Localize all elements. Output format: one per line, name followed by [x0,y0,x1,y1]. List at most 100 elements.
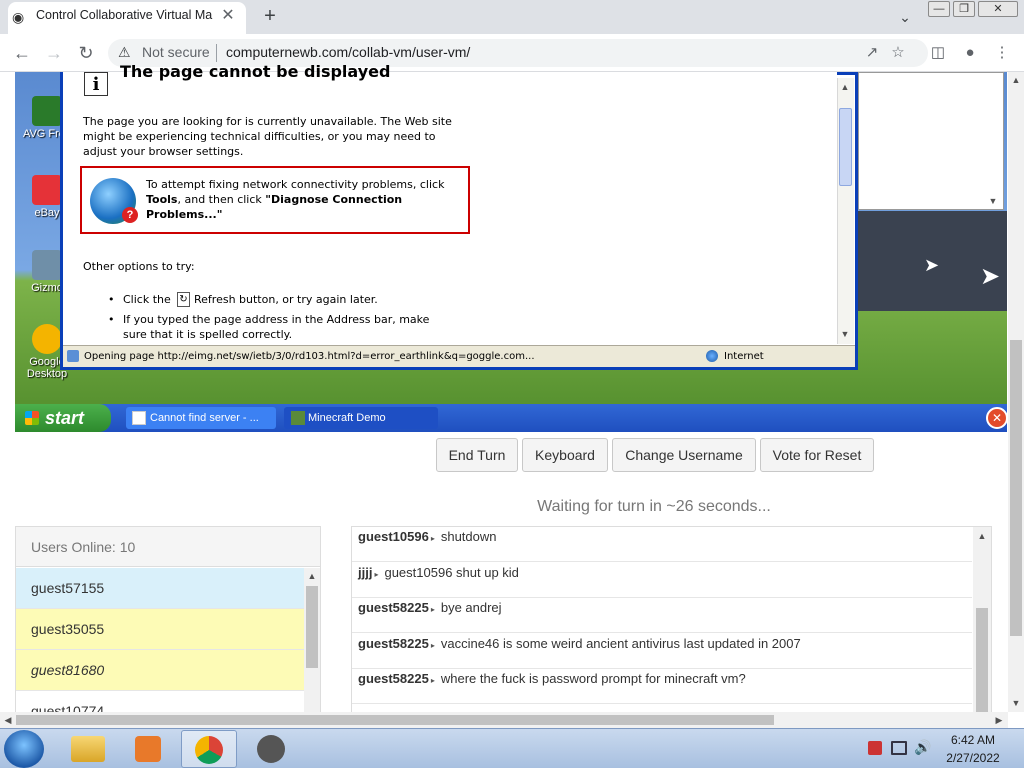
forward-icon[interactable]: → [42,41,66,65]
taskbar-media-player[interactable] [120,730,176,768]
page-scroll-right-icon[interactable]: ▶ [992,713,1006,727]
vm-close-icon[interactable]: ✕ [986,407,1008,429]
tab-close-icon[interactable]: ✕ [218,6,238,26]
users-online-header: Users Online: 10 [16,527,320,567]
users-scroll-thumb[interactable] [306,586,318,668]
avg-icon [32,96,62,126]
network-tray-icon[interactable] [891,741,907,755]
tab-search-chevron-icon[interactable]: ⌄ [894,6,916,28]
users-scroll-up-icon[interactable]: ▲ [305,569,319,583]
taskbar-chrome[interactable] [181,730,237,768]
xp-start-button[interactable]: start [15,404,111,432]
user-row[interactable]: guest35055 [16,609,304,650]
ie-heading: The page cannot be displayed [120,64,391,81]
share-icon[interactable]: ↗ [860,41,884,65]
chat-scroll-up-icon[interactable]: ▲ [975,529,989,543]
raccoon-icon [257,735,285,763]
security-label[interactable]: Not secure [142,44,210,60]
profile-avatar-icon[interactable]: ● [958,41,982,65]
chat-text: guest10596 shut up kid [384,564,519,580]
ie-bullet-1-post: Refresh button, or try again later. [194,293,378,306]
restore-icon[interactable]: ❐ [953,1,975,17]
ie-page-task-icon [132,411,146,425]
chat-username[interactable]: guest58225 [358,636,429,651]
page-scroll-left-icon[interactable]: ◀ [1,713,15,727]
page-vertical-scroll-thumb[interactable] [1010,340,1022,636]
chat-message: jjjj ▸ guest10596 shut up kid [352,563,972,598]
reload-icon[interactable]: ↻ [74,41,98,65]
vm-mouse-cursor-icon: ➤ [980,263,1001,290]
ie-zone-text: Internet [724,351,764,362]
chrome-icon [195,736,223,764]
chat-arrow-icon: ▸ [430,640,435,650]
tab-favicon-icon: ◉ [12,9,25,25]
vote-reset-button[interactable]: Vote for Reset [760,438,874,472]
ie-scroll-up-icon[interactable]: ▲ [838,80,852,94]
minimize-icon[interactable]: — [928,1,950,17]
chat-message: guest58225 ▸ where the fuck is password pr… [352,669,972,704]
taskbar-explorer[interactable] [60,730,116,768]
xp-task-cannot-find-server[interactable]: Cannot find server - ... [126,407,276,429]
turn-status: Waiting for turn in ~26 seconds... [537,498,771,515]
chat-username[interactable]: guest10596 [358,529,429,544]
close-window-icon[interactable]: ✕ [978,1,1018,17]
mouse-cursor-icon: ➤ [924,255,940,275]
chat-arrow-icon: ▸ [430,605,435,614]
chat-username[interactable]: guest58225 [358,600,429,615]
folder-icon [71,736,105,762]
taskbar-raccoon-app[interactable] [243,730,299,768]
chat-message: guest58225 ▸ bye andrej [352,598,972,633]
ie-status-text: Opening page http://eimg.net/sw/ietb/3/0… [84,351,535,362]
chat-message: guest10596 ▸ shutdown [352,527,972,562]
chat-username[interactable]: guest58225 [358,671,429,686]
address-divider [216,44,217,62]
menu-kebab-icon[interactable]: ⋮ [990,41,1014,65]
page-scroll-up-icon[interactable]: ▲ [1009,73,1023,87]
page-horizontal-scroll-thumb[interactable] [16,715,774,725]
chat-text: bye andrej [440,600,502,615]
media-player-icon [135,736,161,762]
xp-task-minecraft-demo[interactable]: Minecraft Demo [284,407,438,429]
vm-white-scroll-down-icon: ▼ [988,196,998,206]
gizmo-icon [32,250,62,280]
ie-bullet-dot-1: • [108,293,115,306]
ebay-icon [32,175,62,205]
ie-scroll-down-icon[interactable]: ▼ [838,327,852,341]
chat-message: guest58225 ▸ vaccine46 is some weird ancie… [352,634,972,669]
windows-start-orb-icon[interactable] [4,730,44,768]
warning-triangle-icon[interactable]: ⚠ [118,44,134,60]
chat-arrow-icon: ▸ [430,534,435,543]
change-username-button[interactable]: Change Username [612,438,756,472]
user-row[interactable]: guest57155 [16,568,304,609]
ie-diagnose-text: To attempt fixing network connectivity p… [146,178,445,221]
back-icon[interactable]: ← [10,41,34,65]
vm-window-white [858,72,1004,210]
volume-icon[interactable]: 🔊 [914,739,931,756]
new-tab-icon[interactable]: + [258,4,282,28]
clock-date[interactable]: 2/27/2022 [940,751,1006,765]
internet-zone-icon [706,350,718,362]
xp-windows-logo-icon [25,411,39,425]
ie-scroll-thumb[interactable] [839,108,852,186]
page-scroll-down-icon[interactable]: ▼ [1009,696,1023,710]
keyboard-button[interactable]: Keyboard [522,438,608,472]
ie-bullet-2: If you typed the page address in the Add… [123,313,430,341]
page-loading-icon [67,350,79,362]
url-text[interactable]: computernewb.com/collab-vm/user-vm/ [226,44,470,60]
refresh-icon: ↻ [177,292,190,307]
bookmark-star-icon[interactable]: ☆ [886,41,910,65]
end-turn-button[interactable]: End Turn [436,438,518,472]
user-row[interactable]: guest81680 [16,650,304,691]
clock-time[interactable]: 6:42 AM [940,733,1006,747]
minecraft-icon [291,411,305,425]
chat-text: vaccine46 is some weird ancient antiviru… [440,635,801,651]
chat-scroll-thumb[interactable] [976,608,988,712]
action-center-flag-icon[interactable] [868,741,882,755]
ie-bullet-dot-2: • [108,313,115,326]
chat-arrow-icon: ▸ [430,676,435,685]
side-panel-icon[interactable]: ◫ [926,41,950,65]
chat-username[interactable]: jjjj [358,565,372,580]
ie-message: The page you are looking for is currentl… [83,115,452,158]
help-question-icon: ? [122,207,138,223]
google-desktop-icon [32,324,62,354]
